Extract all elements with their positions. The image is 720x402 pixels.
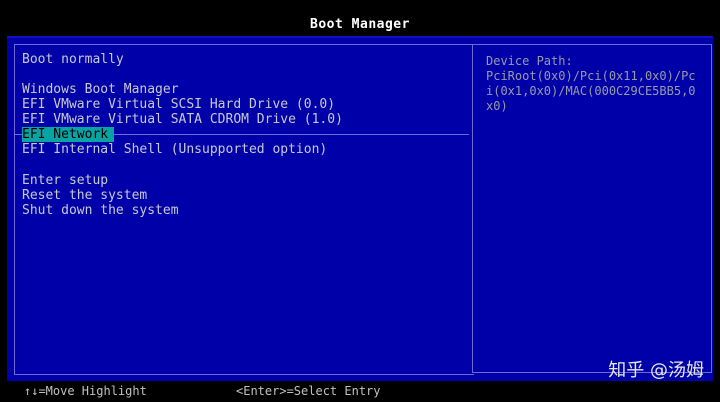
menu-item-internal-shell[interactable]: EFI Internal Shell (Unsupported option): [22, 142, 327, 157]
footer-select-hint: <Enter>=Select Entry: [236, 384, 381, 398]
watermark: 知乎 @汤姆: [608, 360, 704, 381]
menu-item-efi-network[interactable]: EFI Network: [22, 127, 115, 142]
menu-item-enter-setup[interactable]: Enter setup: [22, 173, 108, 188]
menu-item-sata-cdrom[interactable]: EFI VMware Virtual SATA CDROM Drive (1.0…: [22, 112, 343, 127]
device-path-value: PciRoot(0x0)/Pci(0x11,0x0)/Pci(0x1,0x0)/…: [486, 69, 696, 113]
menu-item-boot-normally[interactable]: Boot normally: [22, 52, 124, 67]
menu-item-scsi-hard-drive[interactable]: EFI VMware Virtual SCSI Hard Drive (0.0): [22, 97, 335, 112]
menu-item-windows-boot-manager[interactable]: Windows Boot Manager: [22, 82, 179, 97]
boot-manager-screen: Boot Manager Boot normally Windows Boot …: [0, 0, 720, 402]
page-title: Boot Manager: [310, 17, 410, 32]
footer-move-hint: ↑↓=Move Highlight: [24, 384, 147, 398]
device-info-panel: Device Path: PciRoot(0x0)/Pci(0x11,0x0)/…: [472, 44, 712, 373]
menu-item-reset-system[interactable]: Reset the system: [22, 188, 147, 203]
main-panel: Boot normally Windows Boot Manager EFI V…: [7, 36, 713, 381]
menu-item-shut-down[interactable]: Shut down the system: [22, 203, 179, 218]
device-path-label: Device Path:: [486, 54, 573, 68]
